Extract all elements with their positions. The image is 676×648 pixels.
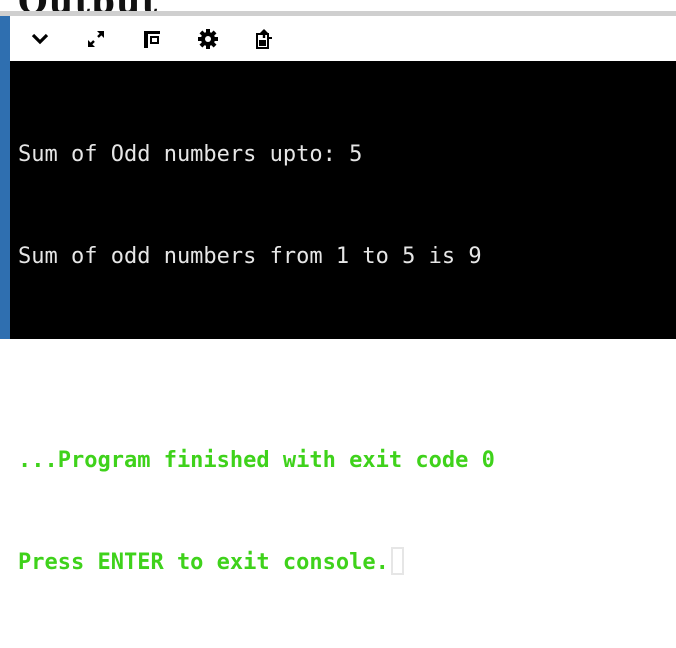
page-header-strip: Output bbox=[0, 0, 676, 16]
export-button[interactable] bbox=[248, 23, 280, 55]
layout-icon bbox=[144, 30, 160, 48]
press-enter-line: Press ENTER to exit console. bbox=[18, 546, 676, 580]
chevron-down-icon bbox=[31, 33, 49, 44]
console-window: Sum of Odd numbers upto: 5 Sum of odd nu… bbox=[10, 16, 676, 575]
text-cursor bbox=[390, 547, 404, 575]
expand-icon bbox=[88, 30, 104, 47]
expand-button[interactable] bbox=[80, 23, 112, 55]
exit-code-message: ...Program finished with exit code 0 bbox=[18, 448, 495, 473]
layout-button[interactable] bbox=[136, 23, 168, 55]
press-enter-message: Press ENTER to exit console. bbox=[18, 550, 389, 575]
console-line: Sum of odd numbers from 1 to 5 is 9 bbox=[18, 244, 482, 269]
console-toolbar bbox=[10, 16, 676, 61]
console-output[interactable]: Sum of Odd numbers upto: 5 Sum of odd nu… bbox=[10, 61, 676, 575]
gear-icon bbox=[198, 28, 218, 49]
export-icon bbox=[256, 28, 272, 49]
left-accent-bar bbox=[0, 16, 10, 339]
console-line: Sum of Odd numbers upto: 5 bbox=[18, 142, 363, 167]
collapse-button[interactable] bbox=[24, 23, 56, 55]
settings-button[interactable] bbox=[192, 23, 224, 55]
